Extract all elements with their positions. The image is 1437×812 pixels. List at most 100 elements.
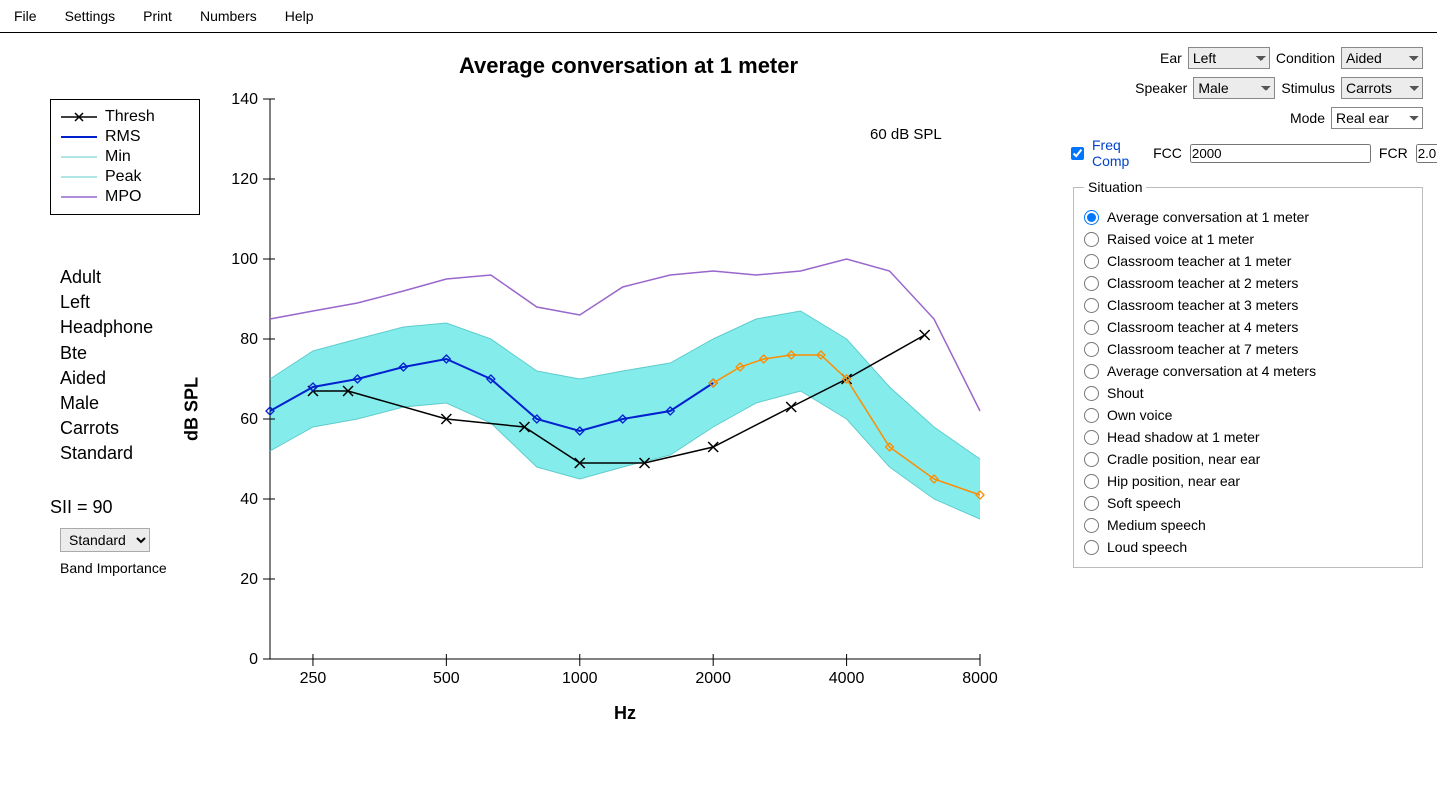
menu-settings[interactable]: Settings (65, 8, 116, 24)
situation-option[interactable]: Own voice (1084, 407, 1412, 423)
chart-plot: 0204060801001201402505001000200040008000… (220, 89, 1020, 729)
situation-radio[interactable] (1084, 210, 1099, 225)
info-standard: Standard (60, 441, 220, 466)
svg-text:4000: 4000 (829, 670, 865, 687)
svg-text:500: 500 (433, 670, 460, 687)
stimulus-label: Stimulus (1281, 80, 1335, 96)
situation-option[interactable]: Classroom teacher at 3 meters (1084, 297, 1412, 313)
svg-text:20: 20 (240, 571, 258, 588)
fcr-label: FCR (1379, 145, 1408, 161)
legend-min: Min (105, 148, 131, 166)
menu-file[interactable]: File (14, 8, 37, 24)
freq-comp-checkbox[interactable] (1071, 147, 1084, 160)
situation-option[interactable]: Shout (1084, 385, 1412, 401)
situation-radio[interactable] (1084, 276, 1099, 291)
menu-help[interactable]: Help (285, 8, 314, 24)
svg-text:250: 250 (300, 670, 327, 687)
freq-comp-label[interactable]: Freq Comp (1092, 137, 1129, 169)
svg-text:2000: 2000 (695, 670, 731, 687)
situation-label: Average conversation at 1 meter (1107, 209, 1309, 225)
situation-option[interactable]: Loud speech (1084, 539, 1412, 555)
condition-select[interactable]: Aided (1341, 47, 1423, 69)
menu-numbers[interactable]: Numbers (200, 8, 257, 24)
svg-text:80: 80 (240, 331, 258, 348)
situation-label: Classroom teacher at 7 meters (1107, 341, 1298, 357)
fcc-input[interactable] (1190, 144, 1371, 163)
speaker-select[interactable]: Male (1193, 77, 1275, 99)
svg-text:60 dB SPL: 60 dB SPL (870, 126, 942, 143)
situation-option[interactable]: Hip position, near ear (1084, 473, 1412, 489)
situation-radio[interactable] (1084, 298, 1099, 313)
svg-text:8000: 8000 (962, 670, 998, 687)
situation-radio[interactable] (1084, 254, 1099, 269)
situation-label: Shout (1107, 385, 1144, 401)
situation-radio[interactable] (1084, 496, 1099, 511)
condition-label: Condition (1276, 50, 1335, 66)
situation-option[interactable]: Classroom teacher at 4 meters (1084, 319, 1412, 335)
speaker-label: Speaker (1135, 80, 1187, 96)
situation-radio[interactable] (1084, 540, 1099, 555)
situation-option[interactable]: Head shadow at 1 meter (1084, 429, 1412, 445)
info-left: Left (60, 290, 220, 315)
situation-option[interactable]: Classroom teacher at 1 meter (1084, 253, 1412, 269)
situation-label: Loud speech (1107, 539, 1187, 555)
situation-label: Classroom teacher at 3 meters (1107, 297, 1298, 313)
ear-select[interactable]: Left (1188, 47, 1270, 69)
mode-label: Mode (1290, 110, 1325, 126)
situation-option[interactable]: Soft speech (1084, 495, 1412, 511)
svg-text:60: 60 (240, 411, 258, 428)
svg-text:1000: 1000 (562, 670, 598, 687)
situation-radio[interactable] (1084, 364, 1099, 379)
situation-label: Hip position, near ear (1107, 473, 1240, 489)
situation-radio[interactable] (1084, 474, 1099, 489)
band-importance-select[interactable]: Standard (60, 528, 150, 552)
situation-radio[interactable] (1084, 408, 1099, 423)
situation-option[interactable]: Cradle position, near ear (1084, 451, 1412, 467)
info-bte: Bte (60, 341, 220, 366)
svg-text:Hz: Hz (614, 703, 636, 723)
situation-label: Classroom teacher at 4 meters (1107, 319, 1298, 335)
situation-legend: Situation (1084, 179, 1146, 195)
situation-radio[interactable] (1084, 430, 1099, 445)
legend-thresh: Thresh (105, 108, 155, 126)
legend: Thresh RMS Min Peak MPO (50, 99, 200, 215)
info-headphone: Headphone (60, 315, 220, 340)
svg-text:120: 120 (231, 171, 258, 188)
situation-option[interactable]: Medium speech (1084, 517, 1412, 533)
situation-option[interactable]: Classroom teacher at 7 meters (1084, 341, 1412, 357)
situation-label: Classroom teacher at 1 meter (1107, 253, 1291, 269)
situation-label: Average conversation at 4 meters (1107, 363, 1316, 379)
situation-radio[interactable] (1084, 342, 1099, 357)
ear-label: Ear (1160, 50, 1182, 66)
situation-option[interactable]: Classroom teacher at 2 meters (1084, 275, 1412, 291)
chart-area: Average conversation at 1 meter Thresh R… (0, 33, 1057, 809)
menu-print[interactable]: Print (143, 8, 172, 24)
fcr-input[interactable] (1416, 144, 1437, 163)
situation-option[interactable]: Raised voice at 1 meter (1084, 231, 1412, 247)
situation-label: Soft speech (1107, 495, 1181, 511)
situation-radio[interactable] (1084, 320, 1099, 335)
situation-option[interactable]: Average conversation at 1 meter (1084, 209, 1412, 225)
situation-radio[interactable] (1084, 386, 1099, 401)
fcc-label: FCC (1153, 145, 1182, 161)
right-panel: Ear Left Condition Aided Speaker Male St… (1057, 33, 1437, 809)
legend-rms: RMS (105, 128, 141, 146)
svg-text:40: 40 (240, 491, 258, 508)
stimulus-select[interactable]: Carrots (1341, 77, 1423, 99)
situation-option[interactable]: Average conversation at 4 meters (1084, 363, 1412, 379)
sii-value: SII = 90 (20, 497, 220, 518)
svg-text:140: 140 (231, 91, 258, 108)
situation-label: Own voice (1107, 407, 1172, 423)
legend-peak: Peak (105, 168, 141, 186)
situation-radio[interactable] (1084, 518, 1099, 533)
situation-label: Cradle position, near ear (1107, 451, 1260, 467)
situation-group: Situation Average conversation at 1 mete… (1073, 179, 1423, 568)
situation-label: Raised voice at 1 meter (1107, 231, 1254, 247)
situation-radio[interactable] (1084, 232, 1099, 247)
band-importance-label: Band Importance (20, 560, 220, 576)
situation-label: Medium speech (1107, 517, 1206, 533)
mode-select[interactable]: Real ear (1331, 107, 1423, 129)
svg-text:100: 100 (231, 251, 258, 268)
situation-radio[interactable] (1084, 452, 1099, 467)
situation-label: Head shadow at 1 meter (1107, 429, 1260, 445)
